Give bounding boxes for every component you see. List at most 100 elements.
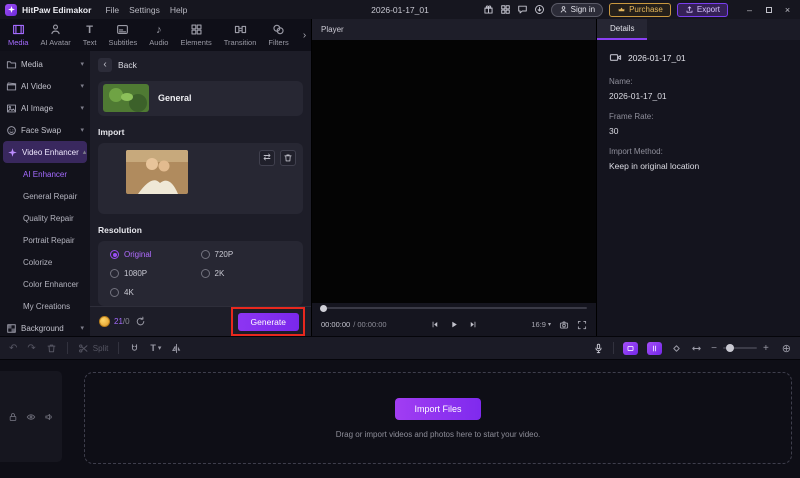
keyframe-button[interactable] — [671, 343, 682, 354]
lock-track-icon[interactable] — [8, 412, 18, 422]
resolution-option-1080p[interactable]: 1080P — [110, 269, 201, 278]
horizontal-arrows-icon — [692, 346, 701, 350]
current-time: 00:00:00 — [321, 320, 351, 329]
menu-help[interactable]: Help — [170, 5, 187, 15]
model-card[interactable]: General — [98, 81, 303, 116]
tab-media[interactable]: Media — [2, 19, 34, 51]
image-icon — [6, 103, 17, 114]
seek-bar[interactable] — [312, 303, 596, 313]
sidebar-item-ai-image[interactable]: AI Image ▾ — [0, 97, 90, 119]
resolution-option-720p[interactable]: 720P — [200, 250, 292, 259]
sidebar-item-face-swap[interactable]: Face Swap ▾ — [0, 119, 90, 141]
sidebar-subitem-portrait-repair[interactable]: Portrait Repair — [0, 229, 90, 251]
resolution-option-2k[interactable]: 2K — [200, 269, 292, 278]
clapper-icon — [6, 81, 17, 92]
sidebar-item-video-enhancer[interactable]: Video Enhancer ▴ — [3, 141, 87, 163]
video-preview[interactable] — [312, 40, 596, 303]
minimize-button[interactable]: – — [742, 3, 757, 17]
zoom-in-button[interactable]: + — [763, 343, 769, 354]
close-button[interactable]: × — [780, 3, 795, 17]
delete-media-button[interactable] — [280, 149, 296, 166]
aspect-ratio-value: 16:9 — [531, 320, 546, 329]
tab-ai-avatar[interactable]: AI Avatar — [34, 19, 76, 51]
sign-in-button[interactable]: Sign in — [550, 2, 604, 17]
fullscreen-button[interactable] — [577, 320, 587, 330]
flip-icon — [172, 343, 181, 353]
maximize-button[interactable] — [761, 3, 776, 17]
gift-icon[interactable] — [483, 4, 494, 15]
tab-text[interactable]: T Text — [77, 19, 103, 51]
zoom-slider[interactable] — [722, 344, 757, 352]
chevron-down-icon: ▾ — [157, 345, 162, 352]
zoom-out-button[interactable]: − — [711, 343, 717, 354]
purchase-button[interactable]: Purchase — [609, 2, 671, 17]
refresh-credits-icon[interactable] — [135, 316, 146, 327]
tab-elements-label: Elements — [180, 38, 212, 47]
generate-button[interactable]: Generate — [237, 313, 299, 331]
ai-tool-a-button[interactable] — [623, 341, 639, 355]
mute-track-speaker-icon[interactable] — [44, 412, 54, 422]
import-files-button[interactable]: Import Files — [395, 397, 481, 420]
sidebar-item-background[interactable]: Background ▾ — [0, 317, 90, 336]
aspect-ratio-selector[interactable]: 16:9 ▾ — [531, 320, 551, 329]
tab-transition[interactable]: Transition — [218, 19, 263, 51]
sidebar-subitem-ai-enhancer[interactable]: AI Enhancer — [0, 163, 90, 185]
delete-button[interactable] — [46, 343, 57, 354]
seek-handle[interactable] — [320, 304, 327, 312]
redo-button[interactable]: ↷ — [27, 343, 35, 354]
back-button[interactable]: ‹ — [98, 58, 112, 72]
tab-filters[interactable]: Filters — [262, 19, 294, 51]
previous-frame-button[interactable] — [431, 320, 440, 329]
tabbar-scroll-right-icon[interactable]: › — [298, 19, 311, 51]
seek-track[interactable] — [320, 304, 587, 312]
imported-video-thumbnail[interactable] — [126, 149, 188, 194]
chevron-down-icon: ▾ — [80, 83, 84, 90]
fit-timeline-button[interactable]: ⊕ — [782, 342, 791, 355]
voiceover-mic-button[interactable] — [593, 343, 604, 354]
toolbar-divider — [66, 342, 68, 354]
chevron-down-icon: ▾ — [80, 61, 84, 68]
sidebar-subitem-colorize[interactable]: Colorize — [0, 251, 90, 273]
sidebar-item-label: Video Enhancer — [22, 147, 79, 157]
tab-details[interactable]: Details — [597, 19, 648, 40]
app-title: HitPaw Edimakor — [22, 4, 92, 15]
download-icon[interactable] — [534, 4, 545, 15]
tab-subtitles[interactable]: Subtitles — [103, 19, 144, 51]
main-area: Media AI Avatar T Text Subtitles ♪ Audio — [0, 19, 800, 336]
sidebar-subitem-my-creations[interactable]: My Creations — [0, 295, 90, 317]
fit-width-button[interactable] — [691, 343, 702, 354]
split-button[interactable]: Split — [78, 343, 108, 354]
undo-button[interactable]: ↶ — [9, 343, 17, 354]
trash-icon — [47, 344, 56, 352]
model-name: General — [158, 93, 192, 104]
export-button[interactable]: Export — [676, 2, 728, 17]
quick-text-button[interactable]: T ▾ — [150, 343, 161, 353]
mirror-flip-button[interactable] — [171, 343, 182, 354]
sidebar-subitem-general-repair[interactable]: General Repair — [0, 185, 90, 207]
menu-settings[interactable]: Settings — [129, 5, 160, 15]
tab-audio[interactable]: ♪ Audio — [143, 19, 174, 51]
snapshot-button[interactable] — [559, 320, 569, 330]
name-value: 2026-01-17_01 — [609, 91, 667, 101]
sidebar-subitem-color-enhancer[interactable]: Color Enhancer — [0, 273, 90, 295]
toolkit-grid-icon[interactable] — [500, 4, 511, 15]
sidebar-item-ai-video[interactable]: AI Video ▾ — [0, 75, 90, 97]
play-button[interactable] — [450, 320, 459, 329]
menu-file[interactable]: File — [105, 5, 119, 15]
ai-tool-b-button[interactable] — [647, 341, 663, 355]
replace-media-button[interactable]: ⇄ — [259, 149, 275, 166]
feedback-chat-icon[interactable] — [517, 4, 528, 15]
text-icon: T — [86, 23, 93, 36]
player-header: Player — [312, 19, 596, 40]
zoom-slider-thumb[interactable] — [725, 344, 734, 352]
sidebar-item-media[interactable]: Media ▾ — [0, 53, 90, 75]
radio-icon — [110, 288, 119, 297]
resolution-option-4k[interactable]: 4K — [110, 288, 201, 297]
tab-elements[interactable]: Elements — [174, 19, 217, 51]
snap-magnet-button[interactable] — [129, 343, 140, 354]
sidebar-subitem-quality-repair[interactable]: Quality Repair — [0, 207, 90, 229]
media-drop-zone[interactable]: Import Files Drag or import videos and p… — [84, 372, 792, 464]
resolution-option-original[interactable]: Original — [110, 250, 201, 259]
next-frame-button[interactable] — [469, 320, 478, 329]
hide-track-eye-icon[interactable] — [26, 412, 36, 422]
